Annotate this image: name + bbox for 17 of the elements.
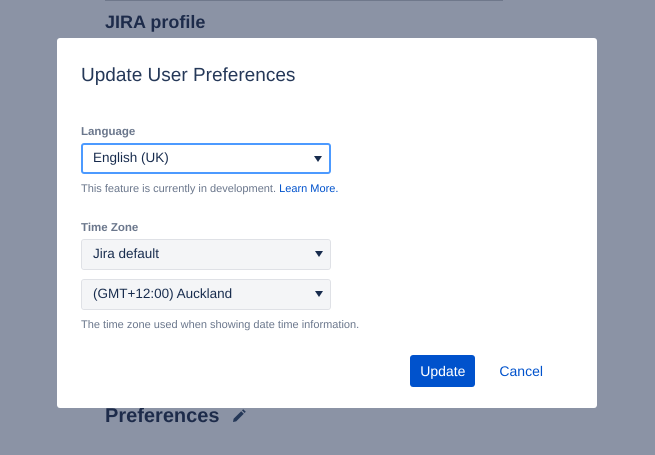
select-field[interactable]: (GMT+12:00) Auckland (81, 278, 331, 310)
field-label: Language (81, 124, 136, 140)
section-heading: Preferences (105, 404, 220, 428)
learn-more-link[interactable]: Learn More. (279, 183, 338, 196)
pencil-icon[interactable] (232, 409, 246, 423)
select-field[interactable]: English (UK) (81, 143, 331, 174)
help-text: This feature is currently in development. Learn More. (81, 182, 340, 198)
select-field[interactable]: Jira default (81, 238, 331, 270)
dialog-title: Update User Preferences (81, 65, 296, 88)
update-button[interactable]: Update (410, 355, 476, 388)
field-label: Time Zone (81, 220, 140, 236)
caret-icon (315, 291, 323, 298)
caret-icon (315, 251, 323, 258)
page-heading: JIRA profile (105, 12, 206, 34)
help-text: The time zone used when showing date time information. (81, 318, 360, 333)
caret-icon (314, 156, 322, 162)
cancel-button[interactable]: Cancel (485, 355, 557, 388)
